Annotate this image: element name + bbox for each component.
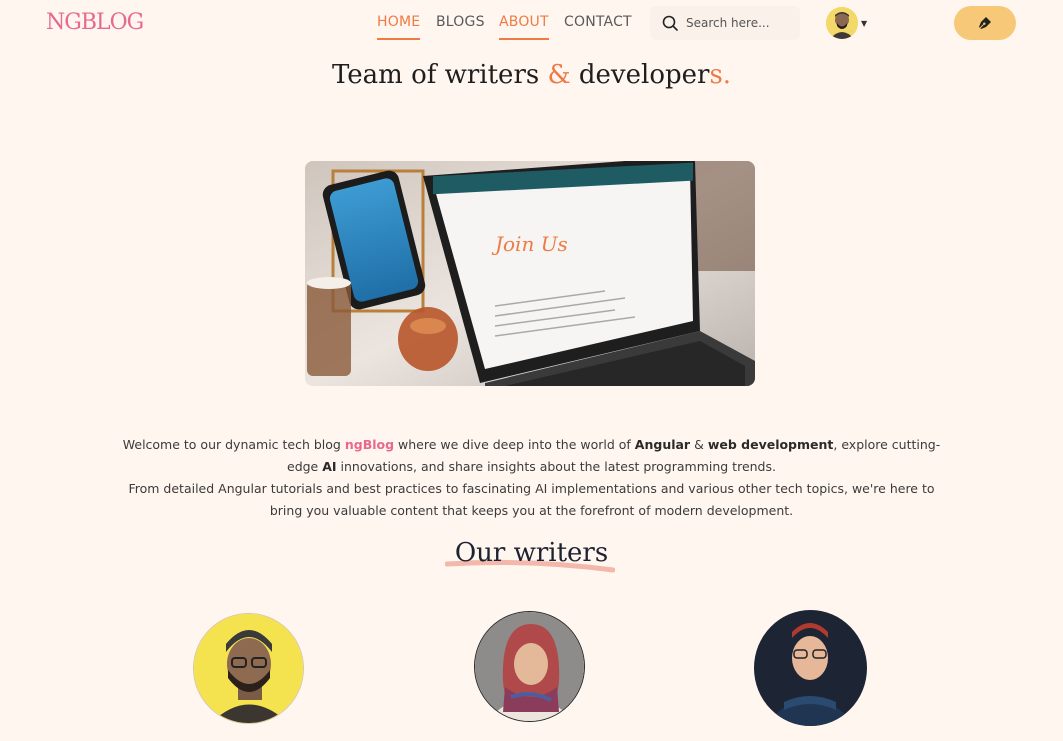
title-ampersand: &	[547, 60, 571, 90]
writers-heading: Our writers	[454, 538, 609, 568]
writer-avatar-2[interactable]	[474, 611, 585, 722]
title-text-1: Team of writers	[331, 60, 548, 90]
intro-paragraph-2: From detailed Angular tutorials and best…	[128, 481, 935, 518]
intro-text-e: innovations, and share insights about th…	[336, 459, 776, 474]
page-title: Team of writers & developers.	[0, 60, 1063, 90]
writer-photo-3	[754, 610, 867, 726]
search-input[interactable]	[684, 15, 788, 31]
laptop-illustration	[305, 161, 755, 386]
search-box[interactable]	[650, 6, 800, 40]
site-logo[interactable]: NGBLOG	[46, 10, 144, 35]
intro-text: Welcome to our dynamic tech blog ngBlog …	[120, 434, 943, 522]
brand-name: ngBlog	[344, 437, 395, 452]
chevron-down-icon[interactable]: ▼	[861, 19, 867, 28]
intro-text-c: &	[690, 437, 708, 452]
intro-paragraph-1: Welcome to our dynamic tech blog ngBlog …	[120, 434, 943, 478]
nav-about[interactable]: ABOUT	[499, 14, 549, 40]
hero-image	[305, 161, 755, 386]
writer-photo-2	[475, 612, 584, 721]
writer-photo-1	[194, 614, 303, 723]
title-text-end: s.	[709, 60, 732, 90]
join-us-caption: Join Us	[495, 232, 568, 256]
title-text-2: developer	[570, 60, 710, 90]
writer-avatar-1[interactable]	[193, 613, 304, 724]
write-post-button[interactable]	[954, 6, 1016, 40]
nav-home[interactable]: HOME	[377, 14, 421, 40]
user-avatar-image	[826, 7, 858, 39]
search-icon	[662, 15, 678, 31]
nav-contact[interactable]: CONTACT	[564, 14, 632, 38]
user-avatar[interactable]	[826, 7, 858, 39]
user-menu[interactable]: ▼	[826, 7, 867, 39]
keyword-web-development: web development	[707, 437, 834, 452]
keyword-angular: Angular	[634, 437, 691, 452]
writer-avatar-3[interactable]	[754, 610, 867, 726]
nav-blogs[interactable]: BLOGS	[436, 14, 485, 38]
keyword-ai: AI	[322, 459, 337, 474]
pen-nib-icon	[978, 17, 991, 30]
intro-text-a: Welcome to our dynamic tech blog	[122, 437, 345, 452]
intro-text-b: where we dive deep into the world of	[394, 437, 635, 452]
